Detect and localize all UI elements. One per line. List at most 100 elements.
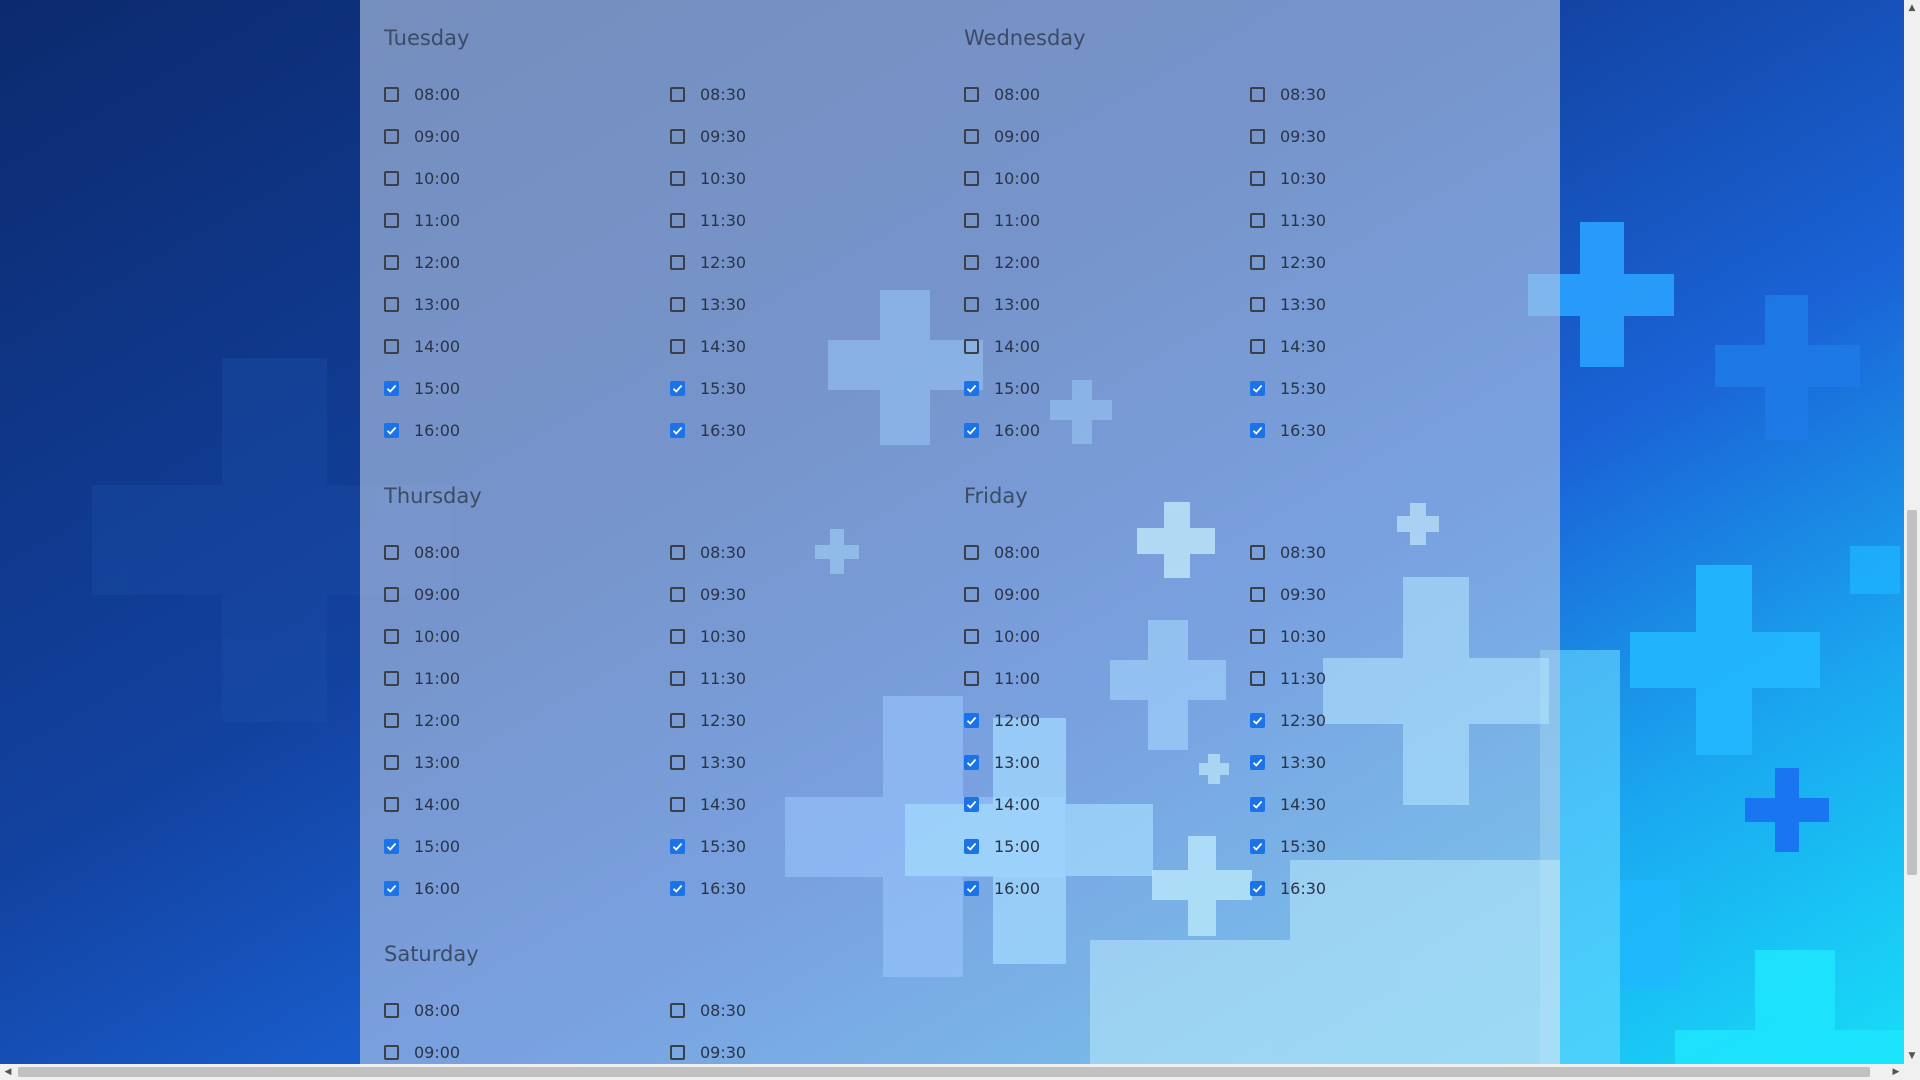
time-slot-option[interactable]: 14:30 xyxy=(670,791,746,817)
checkbox-unchecked[interactable] xyxy=(384,254,399,270)
checkbox-unchecked[interactable] xyxy=(964,296,979,312)
time-slot-option[interactable]: 13:30 xyxy=(670,749,746,775)
checkbox-checked[interactable] xyxy=(384,838,399,854)
checkbox-checked[interactable] xyxy=(384,880,399,896)
checkbox-unchecked[interactable] xyxy=(670,628,685,644)
scroll-up-arrow-icon[interactable]: ▲ xyxy=(1904,0,1920,16)
time-slot-option[interactable]: 09:30 xyxy=(1250,581,1326,607)
checkbox-checked[interactable] xyxy=(964,880,979,896)
checkbox-unchecked[interactable] xyxy=(670,86,685,102)
checkbox-checked[interactable] xyxy=(964,796,979,812)
checkbox-unchecked[interactable] xyxy=(384,796,399,812)
scroll-right-arrow-icon[interactable]: ▶ xyxy=(1888,1064,1904,1080)
time-slot-option[interactable]: 13:30 xyxy=(1250,291,1326,317)
checkbox-unchecked[interactable] xyxy=(1250,86,1265,102)
time-slot-option[interactable]: 08:00 xyxy=(384,997,460,1023)
time-slot-option[interactable]: 16:00 xyxy=(964,417,1040,443)
checkbox-unchecked[interactable] xyxy=(384,1002,399,1018)
checkbox-checked[interactable] xyxy=(964,422,979,438)
time-slot-option[interactable]: 08:30 xyxy=(670,997,746,1023)
time-slot-option[interactable]: 16:00 xyxy=(384,875,460,901)
time-slot-option[interactable]: 14:00 xyxy=(964,791,1040,817)
time-slot-option[interactable]: 16:30 xyxy=(1250,875,1326,901)
vertical-scroll-thumb[interactable] xyxy=(1907,510,1917,875)
time-slot-option[interactable]: 09:30 xyxy=(1250,123,1326,149)
time-slot-option[interactable]: 11:00 xyxy=(964,207,1040,233)
time-slot-option[interactable]: 16:00 xyxy=(964,875,1040,901)
time-slot-option[interactable]: 15:30 xyxy=(1250,833,1326,859)
checkbox-unchecked[interactable] xyxy=(964,628,979,644)
time-slot-option[interactable]: 15:30 xyxy=(1250,375,1326,401)
checkbox-unchecked[interactable] xyxy=(964,128,979,144)
time-slot-option[interactable]: 14:30 xyxy=(1250,791,1326,817)
time-slot-option[interactable]: 15:00 xyxy=(964,833,1040,859)
checkbox-unchecked[interactable] xyxy=(964,212,979,228)
checkbox-unchecked[interactable] xyxy=(964,338,979,354)
time-slot-option[interactable]: 13:00 xyxy=(964,291,1040,317)
time-slot-option[interactable]: 13:00 xyxy=(964,749,1040,775)
time-slot-option[interactable]: 14:30 xyxy=(670,333,746,359)
checkbox-unchecked[interactable] xyxy=(670,796,685,812)
checkbox-unchecked[interactable] xyxy=(384,1044,399,1060)
time-slot-option[interactable]: 11:30 xyxy=(1250,665,1326,691)
time-slot-option[interactable]: 10:00 xyxy=(964,623,1040,649)
time-slot-option[interactable]: 11:00 xyxy=(384,665,460,691)
time-slot-option[interactable]: 12:30 xyxy=(670,249,746,275)
time-slot-option[interactable]: 09:30 xyxy=(670,123,746,149)
time-slot-option[interactable]: 12:30 xyxy=(1250,707,1326,733)
checkbox-unchecked[interactable] xyxy=(670,670,685,686)
checkbox-unchecked[interactable] xyxy=(670,170,685,186)
time-slot-option[interactable]: 09:00 xyxy=(384,581,460,607)
checkbox-unchecked[interactable] xyxy=(670,1044,685,1060)
time-slot-option[interactable]: 08:30 xyxy=(1250,539,1326,565)
time-slot-option[interactable]: 11:00 xyxy=(384,207,460,233)
checkbox-checked[interactable] xyxy=(1250,422,1265,438)
time-slot-option[interactable]: 12:00 xyxy=(384,707,460,733)
time-slot-option[interactable]: 12:30 xyxy=(1250,249,1326,275)
time-slot-option[interactable]: 14:00 xyxy=(964,333,1040,359)
time-slot-option[interactable]: 15:30 xyxy=(670,833,746,859)
time-slot-option[interactable]: 09:00 xyxy=(964,123,1040,149)
checkbox-unchecked[interactable] xyxy=(384,628,399,644)
checkbox-unchecked[interactable] xyxy=(670,254,685,270)
checkbox-unchecked[interactable] xyxy=(964,170,979,186)
time-slot-option[interactable]: 13:30 xyxy=(670,291,746,317)
scroll-down-arrow-icon[interactable]: ▼ xyxy=(1904,1048,1920,1064)
time-slot-option[interactable]: 14:30 xyxy=(1250,333,1326,359)
time-slot-option[interactable]: 10:30 xyxy=(1250,623,1326,649)
time-slot-option[interactable]: 10:00 xyxy=(384,165,460,191)
checkbox-unchecked[interactable] xyxy=(670,544,685,560)
time-slot-option[interactable]: 10:30 xyxy=(1250,165,1326,191)
scroll-left-arrow-icon[interactable]: ◀ xyxy=(0,1064,16,1080)
checkbox-checked[interactable] xyxy=(1250,712,1265,728)
checkbox-checked[interactable] xyxy=(1250,380,1265,396)
checkbox-unchecked[interactable] xyxy=(384,586,399,602)
checkbox-unchecked[interactable] xyxy=(1250,128,1265,144)
time-slot-option[interactable]: 08:00 xyxy=(384,81,460,107)
time-slot-option[interactable]: 15:00 xyxy=(964,375,1040,401)
checkbox-unchecked[interactable] xyxy=(1250,296,1265,312)
time-slot-option[interactable]: 09:00 xyxy=(384,1039,460,1064)
time-slot-option[interactable]: 10:30 xyxy=(670,165,746,191)
checkbox-checked[interactable] xyxy=(1250,796,1265,812)
checkbox-checked[interactable] xyxy=(384,380,399,396)
checkbox-unchecked[interactable] xyxy=(964,544,979,560)
checkbox-unchecked[interactable] xyxy=(1250,628,1265,644)
checkbox-unchecked[interactable] xyxy=(384,86,399,102)
vertical-scrollbar[interactable]: ▲ ▼ xyxy=(1904,0,1920,1064)
checkbox-checked[interactable] xyxy=(670,880,685,896)
time-slot-option[interactable]: 08:30 xyxy=(670,539,746,565)
checkbox-unchecked[interactable] xyxy=(384,296,399,312)
time-slot-option[interactable]: 11:30 xyxy=(1250,207,1326,233)
checkbox-unchecked[interactable] xyxy=(384,338,399,354)
checkbox-unchecked[interactable] xyxy=(670,586,685,602)
checkbox-unchecked[interactable] xyxy=(384,128,399,144)
time-slot-option[interactable]: 14:00 xyxy=(384,333,460,359)
checkbox-checked[interactable] xyxy=(1250,880,1265,896)
time-slot-option[interactable]: 14:00 xyxy=(384,791,460,817)
time-slot-option[interactable]: 12:00 xyxy=(384,249,460,275)
checkbox-unchecked[interactable] xyxy=(384,670,399,686)
time-slot-option[interactable]: 11:00 xyxy=(964,665,1040,691)
time-slot-option[interactable]: 10:30 xyxy=(670,623,746,649)
checkbox-unchecked[interactable] xyxy=(670,754,685,770)
